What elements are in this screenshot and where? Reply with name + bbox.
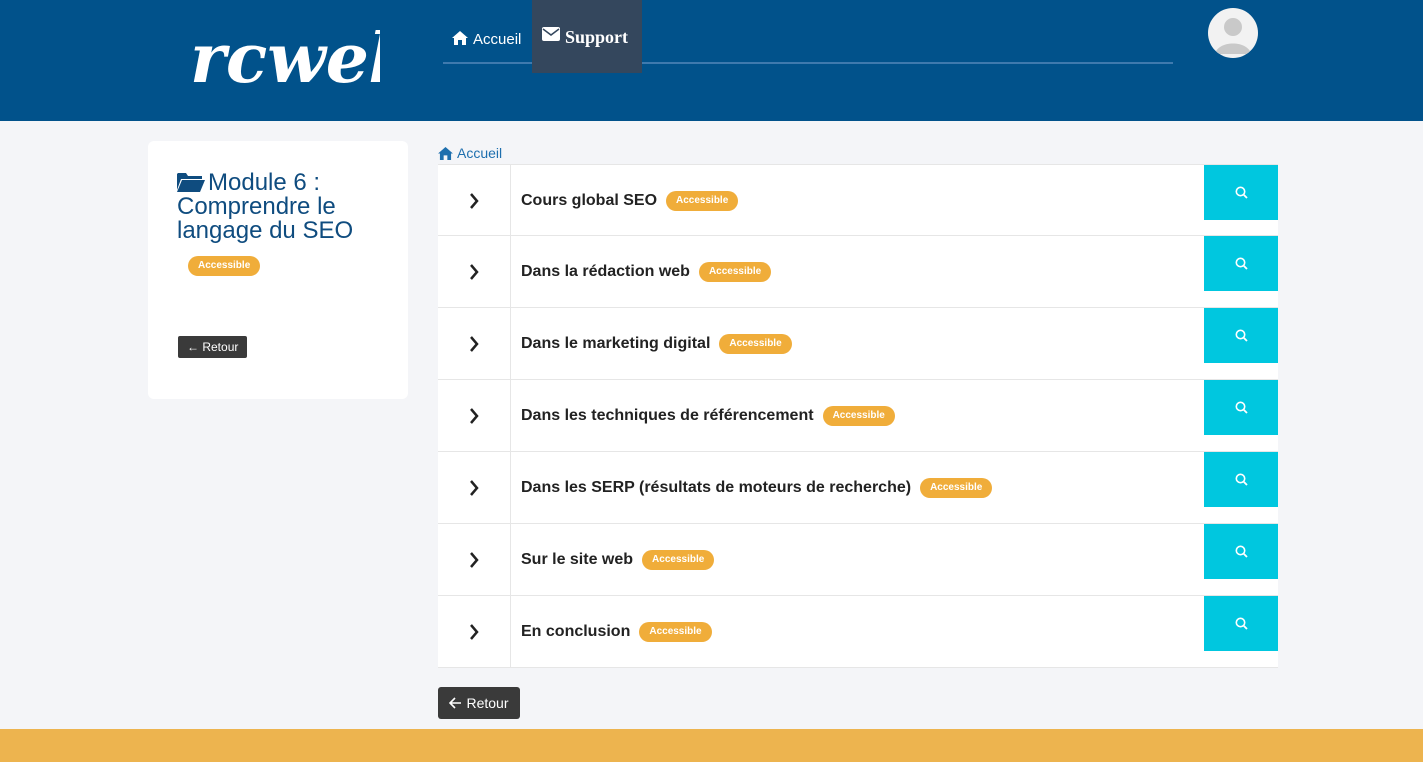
view-lesson-button[interactable] — [1204, 308, 1278, 363]
view-lesson-button[interactable] — [1204, 380, 1278, 435]
expand-toggle[interactable] — [438, 596, 511, 668]
lesson-row[interactable]: Dans les techniques de référencement Acce… — [438, 380, 1278, 452]
expand-toggle[interactable] — [438, 308, 511, 380]
view-lesson-button[interactable] — [1204, 524, 1278, 579]
expand-toggle[interactable] — [438, 236, 511, 308]
home-icon — [452, 31, 468, 45]
lesson-row[interactable]: Sur le site web Accessible — [438, 524, 1278, 596]
expand-toggle[interactable] — [438, 165, 511, 237]
envelope-icon — [542, 27, 560, 41]
search-icon — [1235, 473, 1248, 486]
lesson-title: Sur le site web — [521, 551, 634, 568]
folder-open-icon — [177, 173, 205, 192]
view-lesson-button[interactable] — [1204, 165, 1278, 220]
site-footer — [0, 729, 1423, 762]
lesson-title: Cours global SEO — [521, 192, 658, 209]
lesson-title: Dans le marketing digital — [521, 335, 711, 352]
chevron-right-icon — [470, 624, 479, 640]
lesson-title: En conclusion — [521, 623, 631, 640]
status-badge: Accessible — [698, 262, 772, 282]
lesson-row[interactable]: En conclusion Accessible — [438, 596, 1278, 668]
breadcrumb-label: Accueil — [457, 145, 503, 161]
search-icon — [1235, 545, 1248, 558]
expand-toggle[interactable] — [438, 452, 511, 524]
chevron-right-icon — [470, 193, 479, 209]
back-button-small[interactable]: ← Retour — [178, 336, 248, 358]
nav-accueil-label: Accueil — [473, 31, 522, 48]
nav-accueil[interactable]: Accueil — [452, 0, 521, 73]
expand-toggle[interactable] — [438, 524, 511, 596]
module-title: Module 6 : Comprendre le langage du SEO — [177, 171, 397, 243]
status-badge: Accessible — [666, 191, 739, 211]
chevron-right-icon — [470, 408, 479, 424]
chevron-right-icon — [470, 552, 479, 568]
user-avatar-icon — [1215, 18, 1251, 54]
home-icon — [438, 146, 453, 160]
status-badge: Accessible — [188, 256, 261, 276]
search-icon — [1235, 617, 1248, 630]
breadcrumb[interactable]: Accueil — [438, 145, 502, 161]
status-badge: Accessible — [639, 622, 712, 642]
chevron-right-icon — [470, 480, 479, 496]
lesson-row[interactable]: Dans la rédaction web Accessible — [438, 236, 1278, 308]
arrow-left-icon — [449, 697, 462, 709]
lesson-row[interactable]: Dans le marketing digital Accessible — [438, 308, 1278, 380]
chevron-right-icon — [470, 336, 479, 352]
view-lesson-button[interactable] — [1204, 596, 1278, 651]
lesson-row[interactable]: Dans les SERP (résultats de moteurs de r… — [438, 452, 1278, 524]
expand-toggle[interactable] — [438, 380, 511, 452]
search-icon — [1235, 186, 1248, 199]
status-badge: Accessible — [822, 406, 895, 426]
module-card: Module 6 : Comprendre le langage du SEO … — [148, 141, 408, 399]
status-badge: Accessible — [719, 334, 792, 354]
svg-text:rcweb: rcweb — [190, 19, 380, 99]
rcweb-logo[interactable]: rcweb — [190, 10, 380, 100]
nav-support-label: Support — [565, 27, 629, 47]
lesson-list: Cours global SEO Accessible Dans la rédac… — [438, 164, 1278, 668]
user-avatar[interactable] — [1208, 8, 1258, 58]
search-icon — [1235, 401, 1248, 414]
lesson-title: Dans la rédaction web — [521, 263, 690, 280]
search-icon — [1235, 257, 1248, 270]
nav-support[interactable]: Support — [532, 0, 642, 73]
back-button[interactable]: Retour — [438, 687, 520, 719]
back-button-label: Retour — [466, 695, 509, 711]
search-icon — [1235, 329, 1248, 342]
view-lesson-button[interactable] — [1204, 452, 1278, 507]
status-badge: Accessible — [920, 478, 993, 498]
main-nav: Accueil Support — [443, 0, 1173, 73]
lesson-title: Dans les SERP (résultats de moteurs de r… — [521, 479, 912, 496]
back-button-small-label: Retour — [202, 340, 239, 354]
status-badge: Accessible — [642, 550, 715, 570]
lesson-row[interactable]: Cours global SEO Accessible — [438, 164, 1278, 237]
chevron-right-icon — [470, 264, 479, 280]
lesson-title: Dans les techniques de référencement — [521, 407, 814, 424]
site-header: rcweb Accueil Support — [0, 0, 1423, 121]
view-lesson-button[interactable] — [1204, 236, 1278, 291]
